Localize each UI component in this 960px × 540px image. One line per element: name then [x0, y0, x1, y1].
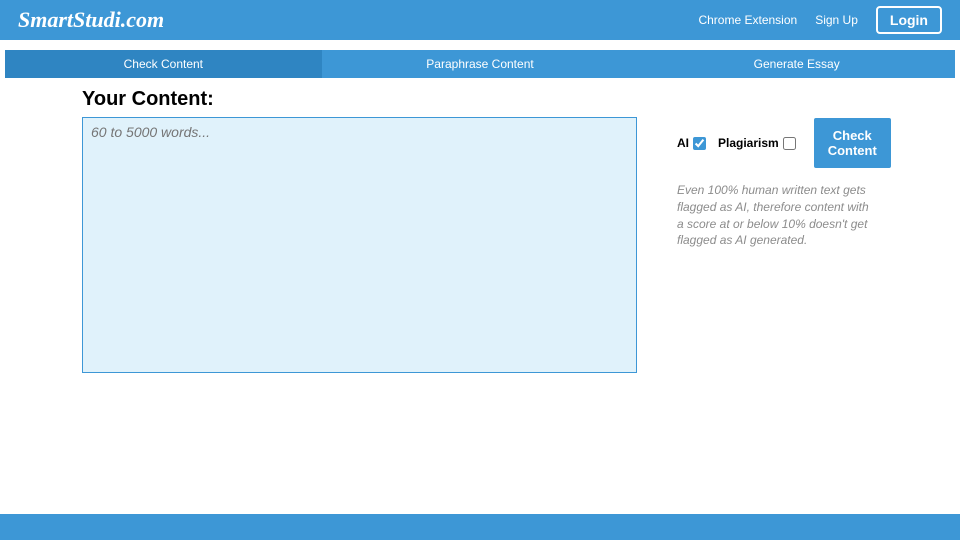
logo[interactable]: SmartStudi.com [18, 7, 164, 33]
info-note: Even 100% human written text gets flagge… [677, 182, 877, 249]
sign-up-link[interactable]: Sign Up [815, 13, 858, 27]
footer [0, 514, 960, 540]
tabs: Check Content Paraphrase Content Generat… [5, 50, 955, 78]
plagiarism-label: Plagiarism [718, 136, 779, 150]
tab-check-content[interactable]: Check Content [5, 50, 322, 78]
ai-label: AI [677, 136, 689, 150]
tab-paraphrase-content[interactable]: Paraphrase Content [322, 50, 639, 78]
login-button[interactable]: Login [876, 6, 942, 34]
controls-row: AI Plagiarism Check Content [677, 118, 891, 168]
check-content-button[interactable]: Check Content [814, 118, 891, 168]
content-textarea[interactable] [82, 117, 637, 373]
right-column: AI Plagiarism Check Content Even 100% hu… [677, 88, 891, 378]
left-column: Your Content: [82, 88, 637, 378]
header: SmartStudi.com Chrome Extension Sign Up … [0, 0, 960, 40]
ai-checkbox[interactable] [693, 137, 706, 150]
header-right: Chrome Extension Sign Up Login [698, 6, 942, 34]
plagiarism-checkbox[interactable] [783, 137, 796, 150]
main: Your Content: AI Plagiarism Check Conten… [0, 78, 960, 378]
content-label: Your Content: [82, 88, 637, 111]
tab-generate-essay[interactable]: Generate Essay [638, 50, 955, 78]
chrome-extension-link[interactable]: Chrome Extension [698, 13, 797, 27]
